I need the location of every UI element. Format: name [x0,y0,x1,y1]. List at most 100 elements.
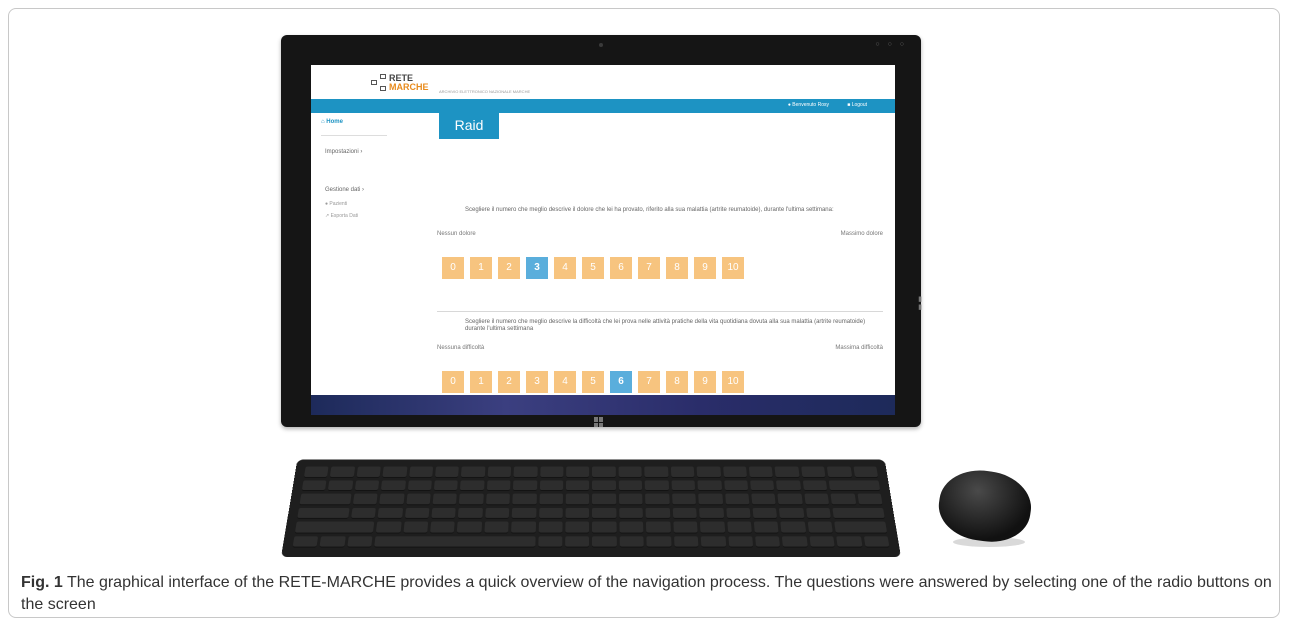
question1-option-5[interactable]: 5 [582,257,604,279]
question2-option-4[interactable]: 4 [554,371,576,393]
windows-logo-icon[interactable] [594,417,604,427]
keyboard-key [727,535,754,548]
sidebar-item-label: Gestione dati [325,187,361,193]
question1-option-2[interactable]: 2 [498,257,520,279]
keyboard-key [376,521,402,534]
side-buttons-icon: ▮ ▮ [918,296,922,311]
keyboard-key [407,479,432,491]
keyboard-key [750,479,775,491]
keyboard-key [696,466,721,478]
sidebar-subitem-esporta-dati[interactable]: ↗ Esporta Dati [325,213,358,219]
monitor: ○ ○ ○ RETE MARCHE ARCHIVIO ELETTRONICO N… [281,35,922,427]
keyboard-key [294,521,375,534]
sidebar-item-impostazioni[interactable]: Impostazioni › [325,149,362,155]
user-menu[interactable]: ● Benvenuto Rosy [788,102,829,108]
question1-option-3[interactable]: 3 [526,257,548,279]
keyboard-key [513,466,538,478]
keyboard-key [699,507,724,519]
keyboard-key [374,535,536,548]
user-icon: ● [787,102,791,108]
question-1-min-label: Nessun dolore [437,231,476,237]
question1-option-6[interactable]: 6 [610,257,632,279]
keyboard-key [724,493,750,505]
keyboard-key [774,466,800,478]
question-1-text: Scegliere il numero che meglio descrive … [465,207,834,213]
keyboard-keys [292,466,890,548]
sidebar-subitem-pazienti[interactable]: ● Pazienti [325,201,347,207]
question2-option-5[interactable]: 5 [582,371,604,393]
app-screen: RETE MARCHE ARCHIVIO ELETTRONICO NAZIONA… [311,65,895,415]
keyboard-key [431,507,457,519]
keyboard-key [356,466,382,478]
keyboard-key [725,507,751,519]
keyboard-key [319,535,346,548]
keyboard-key [592,479,616,491]
keyboard-key [460,479,485,491]
keyboard-key [619,521,644,534]
keyboard-key [804,493,830,505]
question1-option-7[interactable]: 7 [638,257,660,279]
keyboard-key [827,466,852,478]
keyboard-key [777,493,803,505]
app-header: RETE MARCHE ARCHIVIO ELETTRONICO NAZIONA… [311,65,895,99]
keyboard-key [752,507,778,519]
question2-option-9[interactable]: 9 [694,371,716,393]
keyboard-key [672,507,697,519]
app-tagline: ARCHIVIO ELETTRONICO NAZIONALE MARCHE [439,89,531,94]
question1-option-8[interactable]: 8 [666,257,688,279]
keyboard [281,459,901,557]
keyboard-key [836,535,863,548]
keyboard-key [350,507,377,519]
question1-option-4[interactable]: 4 [554,257,576,279]
keyboard-key [832,507,885,519]
keyboard-key [644,479,669,491]
question2-option-1[interactable]: 1 [470,371,492,393]
question2-option-6[interactable]: 6 [610,371,632,393]
question2-option-8[interactable]: 8 [666,371,688,393]
keyboard-key [352,493,378,505]
logout-link[interactable]: ■ Logout [847,102,867,108]
keyboard-key [538,507,563,519]
sidebar-item-label: Impostazioni [325,149,359,155]
question1-option-1[interactable]: 1 [470,257,492,279]
keyboard-key [805,507,832,519]
keyboard-key [461,466,486,478]
question1-option-10[interactable]: 10 [722,257,744,279]
keyboard-key [330,466,355,478]
keyboard-key [863,535,890,548]
keyboard-key [698,493,723,505]
keyboard-key [802,479,828,491]
keyboard-key [722,466,747,478]
chevron-right-icon: › [360,149,363,155]
keyboard-key [646,535,672,548]
question2-option-2[interactable]: 2 [498,371,520,393]
question2-option-3[interactable]: 3 [526,371,548,393]
keyboard-key [458,507,483,519]
bezel-indicator-icons: ○ ○ ○ [875,41,907,48]
keyboard-key [755,535,781,548]
figure-caption: Fig. 1 The graphical interface of the RE… [21,572,1279,616]
question-2-text: Scegliere il numero che meglio descrive … [465,319,866,332]
keyboard-key [673,521,698,534]
sidebar-item-gestione-dati[interactable]: Gestione dati › [325,187,364,193]
keyboard-key [377,507,403,519]
keyboard-key [697,479,722,491]
question2-option-0[interactable]: 0 [442,371,464,393]
chevron-right-icon: › [362,187,365,193]
question1-option-9[interactable]: 9 [694,257,716,279]
question-1-max-label: Massimo dolore [840,231,883,237]
question-divider [437,311,883,312]
keyboard-key [800,466,826,478]
sidebar-item-home[interactable]: ⌂ Home [321,119,343,125]
question1-option-0[interactable]: 0 [442,257,464,279]
keyboard-key [592,521,617,534]
question2-option-10[interactable]: 10 [722,371,744,393]
keyboard-key [828,479,881,491]
keyboard-key [381,479,406,491]
keyboard-key [430,521,456,534]
keyboard-key [592,493,617,505]
question-2-scale: 0 1 2 3 4 5 6 7 8 9 10 [442,371,744,393]
user-name: Benvenuto Rosy [792,102,829,108]
keyboard-key [299,493,352,505]
question2-option-7[interactable]: 7 [638,371,660,393]
